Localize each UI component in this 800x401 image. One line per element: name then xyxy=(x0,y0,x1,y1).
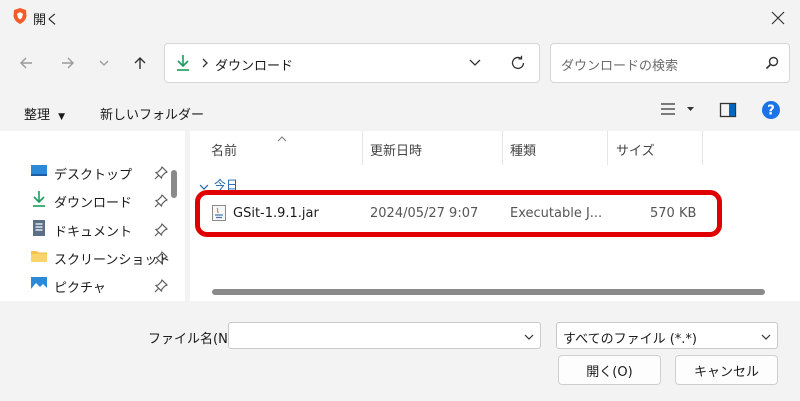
download-icon xyxy=(175,54,191,76)
help-icon[interactable]: ? xyxy=(761,100,781,124)
chevron-down-icon xyxy=(760,331,772,346)
nav-item-label: デスクトップ xyxy=(54,167,133,183)
pictures-icon xyxy=(30,276,48,296)
organize-dropdown-icon: ▼ xyxy=(58,112,66,122)
title-bar xyxy=(0,0,800,34)
column-header-date[interactable]: 更新日時 xyxy=(370,140,422,159)
preview-pane-icon[interactable] xyxy=(719,101,737,123)
file-type-filter-value: すべてのファイル (*.*) xyxy=(563,332,697,347)
highlight-annotation xyxy=(195,190,722,237)
desktop-icon xyxy=(30,163,48,183)
open-button[interactable]: 開く(O) xyxy=(558,355,661,385)
nav-item-pictures[interactable]: ピクチャ xyxy=(30,274,168,298)
nav-item-label: ドキュメント xyxy=(54,224,133,240)
back-arrow-icon[interactable] xyxy=(13,50,39,76)
column-header-name[interactable]: 名前 xyxy=(211,140,237,159)
filename-label: ファイル名(N): xyxy=(148,332,238,347)
column-header-type[interactable]: 種類 xyxy=(510,140,536,159)
column-header-size[interactable]: サイズ xyxy=(616,140,655,159)
svg-text:?: ? xyxy=(767,104,775,119)
organize-label: 整理 xyxy=(24,108,51,123)
nav-item-label: ピクチャ xyxy=(54,280,106,296)
search-icon xyxy=(765,56,779,74)
dialog-footer xyxy=(0,301,800,401)
nav-item-downloads[interactable]: ダウンロード xyxy=(30,189,168,213)
download-icon xyxy=(30,190,48,212)
column-divider xyxy=(362,131,363,165)
search-input[interactable]: ダウンロードの検索 xyxy=(550,43,790,83)
recent-locations-chevron-icon[interactable] xyxy=(91,50,117,76)
up-arrow-icon[interactable] xyxy=(127,50,153,76)
view-options-icon[interactable] xyxy=(660,101,698,121)
close-icon[interactable] xyxy=(766,6,790,30)
breadcrumb-downloads[interactable]: ダウンロード xyxy=(215,55,293,74)
address-dropdown-icon[interactable] xyxy=(468,57,482,73)
sort-ascending-icon xyxy=(276,131,288,146)
breadcrumb-chevron-icon xyxy=(200,56,210,74)
column-divider xyxy=(502,131,503,165)
address-bar[interactable]: ダウンロード xyxy=(164,43,540,83)
nav-item-label: スクリーンショット xyxy=(54,252,171,268)
nav-item-label: ダウンロード xyxy=(54,195,133,211)
pin-icon xyxy=(154,223,168,237)
nav-item-screenshots[interactable]: スクリーンショット xyxy=(30,246,171,270)
pin-icon xyxy=(154,279,168,293)
organize-button[interactable]: 整理 ▼ xyxy=(24,104,65,123)
brave-app-icon xyxy=(11,7,29,25)
window-title: 開く xyxy=(33,13,60,28)
filename-dropdown-icon[interactable] xyxy=(523,331,535,346)
pin-icon xyxy=(154,166,168,180)
document-icon xyxy=(30,219,48,241)
column-divider xyxy=(607,131,608,165)
pin-icon xyxy=(154,251,168,265)
cancel-button[interactable]: キャンセル xyxy=(675,355,778,385)
column-divider xyxy=(702,131,703,165)
filename-input[interactable] xyxy=(228,322,541,349)
forward-arrow-icon[interactable] xyxy=(55,50,81,76)
horizontal-scrollbar[interactable] xyxy=(212,289,765,295)
nav-item-documents[interactable]: ドキュメント xyxy=(30,218,168,242)
navigation-scrollbar[interactable] xyxy=(171,170,177,198)
search-placeholder: ダウンロードの検索 xyxy=(561,59,679,74)
file-type-filter-select[interactable]: すべてのファイル (*.*) xyxy=(556,322,778,349)
refresh-icon[interactable] xyxy=(509,54,527,76)
nav-item-desktop[interactable]: デスクトップ xyxy=(30,161,168,185)
pin-icon xyxy=(154,194,168,208)
folder-icon xyxy=(30,248,48,268)
new-folder-button[interactable]: 新しいフォルダー xyxy=(100,104,204,123)
